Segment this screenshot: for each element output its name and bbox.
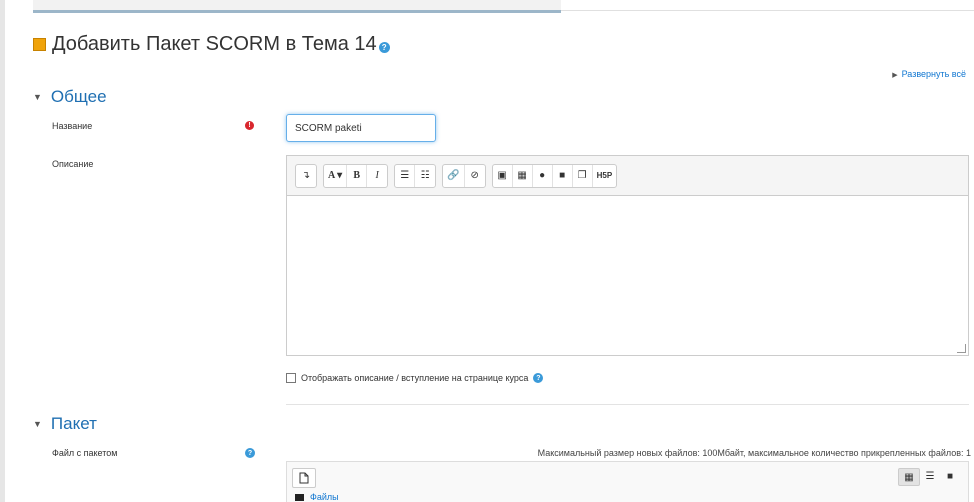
toolbar-group-media: ▣ ▦ ● ■ ❐ H5P bbox=[491, 163, 618, 188]
file-manager: ▦ ☰ ■ Файлы bbox=[286, 461, 969, 502]
collapse-icon[interactable]: ↴ bbox=[296, 165, 316, 187]
chevron-down-icon: ▼ bbox=[33, 419, 42, 429]
show-description-label: Отображать описание / вступление на стра… bbox=[301, 373, 529, 383]
folder-label: Файлы bbox=[310, 492, 339, 502]
triangle-right-icon: ▶ bbox=[892, 72, 898, 79]
description-editor: ↴ A ▾ B I ☰ ☷ 🔗 ⊘ ▣ ▦ ● ■ ❐ H5P bbox=[286, 155, 969, 356]
scorm-module-icon bbox=[33, 38, 46, 51]
top-nav-bar bbox=[33, 0, 561, 13]
add-file-button[interactable] bbox=[292, 468, 316, 488]
description-textarea[interactable] bbox=[287, 196, 968, 355]
record-audio-icon[interactable]: ● bbox=[533, 164, 553, 187]
description-label: Описание bbox=[52, 159, 94, 169]
numbered-list-icon[interactable]: ☷ bbox=[415, 165, 435, 187]
show-description-row: Отображать описание / вступление на стра… bbox=[286, 373, 544, 383]
section-divider bbox=[286, 404, 969, 405]
font-size-icon[interactable]: A ▾ bbox=[324, 164, 348, 187]
help-icon[interactable]: ? bbox=[533, 373, 544, 383]
required-icon: ! bbox=[245, 121, 254, 130]
section-package-title: Пакет bbox=[50, 414, 97, 433]
editor-toolbar: ↴ A ▾ B I ☰ ☷ 🔗 ⊘ ▣ ▦ ● ■ ❐ H5P bbox=[287, 156, 968, 196]
h5p-icon[interactable]: H5P bbox=[593, 165, 617, 187]
italic-icon[interactable]: I bbox=[367, 165, 387, 187]
tree-view-icon[interactable]: ■ bbox=[940, 468, 960, 484]
link-icon[interactable]: 🔗 bbox=[443, 164, 465, 187]
folder-item[interactable]: Файлы bbox=[295, 492, 339, 502]
section-general-title: Общее bbox=[50, 87, 107, 106]
manage-files-icon[interactable]: ❐ bbox=[573, 164, 593, 187]
chevron-down-icon: ▼ bbox=[33, 92, 42, 102]
page-left-rule bbox=[0, 0, 5, 502]
name-input[interactable] bbox=[286, 114, 436, 142]
toolbar-group-format: A ▾ B I bbox=[323, 163, 389, 188]
unlink-icon[interactable]: ⊘ bbox=[465, 165, 485, 187]
top-divider bbox=[561, 10, 974, 11]
file-limits-text: Максимальный размер новых файлов: 100Мба… bbox=[537, 448, 971, 458]
toolbar-group-collapse: ↴ bbox=[295, 163, 317, 188]
page-heading: Добавить Пакет SCORM в Тема 14 ? bbox=[33, 33, 390, 56]
view-switcher: ▦ ☰ ■ bbox=[898, 468, 960, 486]
bold-icon[interactable]: B bbox=[347, 164, 368, 187]
file-icon bbox=[299, 472, 309, 484]
bullet-list-icon[interactable]: ☰ bbox=[395, 164, 416, 187]
show-description-checkbox[interactable] bbox=[286, 373, 296, 383]
page-title: Добавить Пакет SCORM в Тема 14 bbox=[52, 33, 377, 55]
section-package-toggle[interactable]: ▼ Пакет bbox=[33, 414, 97, 434]
help-icon[interactable]: ? bbox=[378, 42, 390, 53]
expand-all-label: Развернуть всё bbox=[901, 69, 966, 79]
media-icon[interactable]: ▦ bbox=[513, 164, 533, 187]
section-general-toggle[interactable]: ▼ Общее bbox=[33, 87, 107, 107]
name-label: Название bbox=[52, 121, 93, 131]
help-icon[interactable]: ? bbox=[245, 448, 255, 458]
record-video-icon[interactable]: ■ bbox=[553, 164, 573, 187]
expand-all-link[interactable]: ▶ Развернуть всё bbox=[892, 69, 966, 79]
package-file-label: Файл с пакетом bbox=[52, 448, 118, 458]
resize-grip-icon[interactable] bbox=[957, 344, 966, 353]
folder-icon bbox=[295, 493, 304, 501]
image-icon[interactable]: ▣ bbox=[493, 164, 513, 187]
toolbar-group-lists: ☰ ☷ bbox=[394, 163, 437, 188]
list-view-icon[interactable]: ☰ bbox=[920, 468, 940, 484]
grid-view-icon[interactable]: ▦ bbox=[898, 468, 920, 486]
toolbar-group-links: 🔗 ⊘ bbox=[442, 163, 486, 188]
